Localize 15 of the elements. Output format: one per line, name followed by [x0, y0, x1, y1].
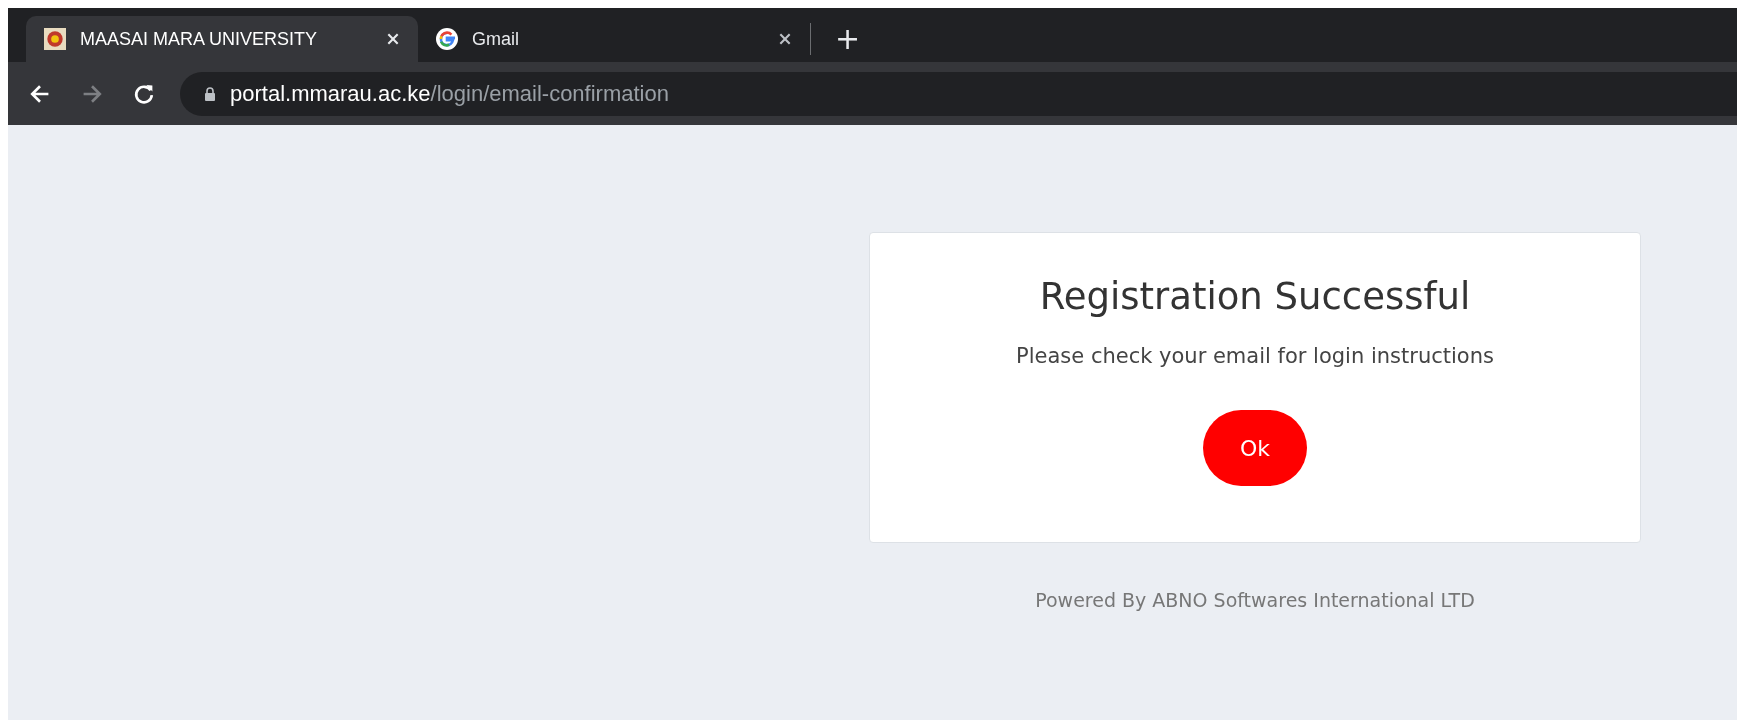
- ok-button[interactable]: Ok: [1203, 410, 1307, 486]
- footer-text: Powered By ABNO Softwares International LTD: [1034, 589, 1476, 611]
- tab-title: MAASAI MARA UNIVERSITY: [80, 28, 319, 50]
- lock-icon: [204, 86, 216, 101]
- url-text: portal.mmarau.ac.ke/login/email-confirmation: [230, 80, 669, 107]
- browser-tab[interactable]: Gmail: [418, 16, 810, 62]
- browser-tab[interactable]: MAASAI MARA UNIVERSITY: [26, 16, 418, 62]
- card-message: Please check your email for login instructions: [1016, 344, 1494, 368]
- new-tab-button[interactable]: +: [829, 16, 867, 62]
- address-bar[interactable]: portal.mmarau.ac.ke/login/email-confirmation: [180, 71, 1737, 116]
- crest-icon: [44, 28, 66, 50]
- card-title: Registration Successful: [1039, 275, 1471, 318]
- tab-title: Gmail: [472, 28, 520, 50]
- close-icon[interactable]: [778, 32, 792, 46]
- google-icon: [436, 28, 458, 50]
